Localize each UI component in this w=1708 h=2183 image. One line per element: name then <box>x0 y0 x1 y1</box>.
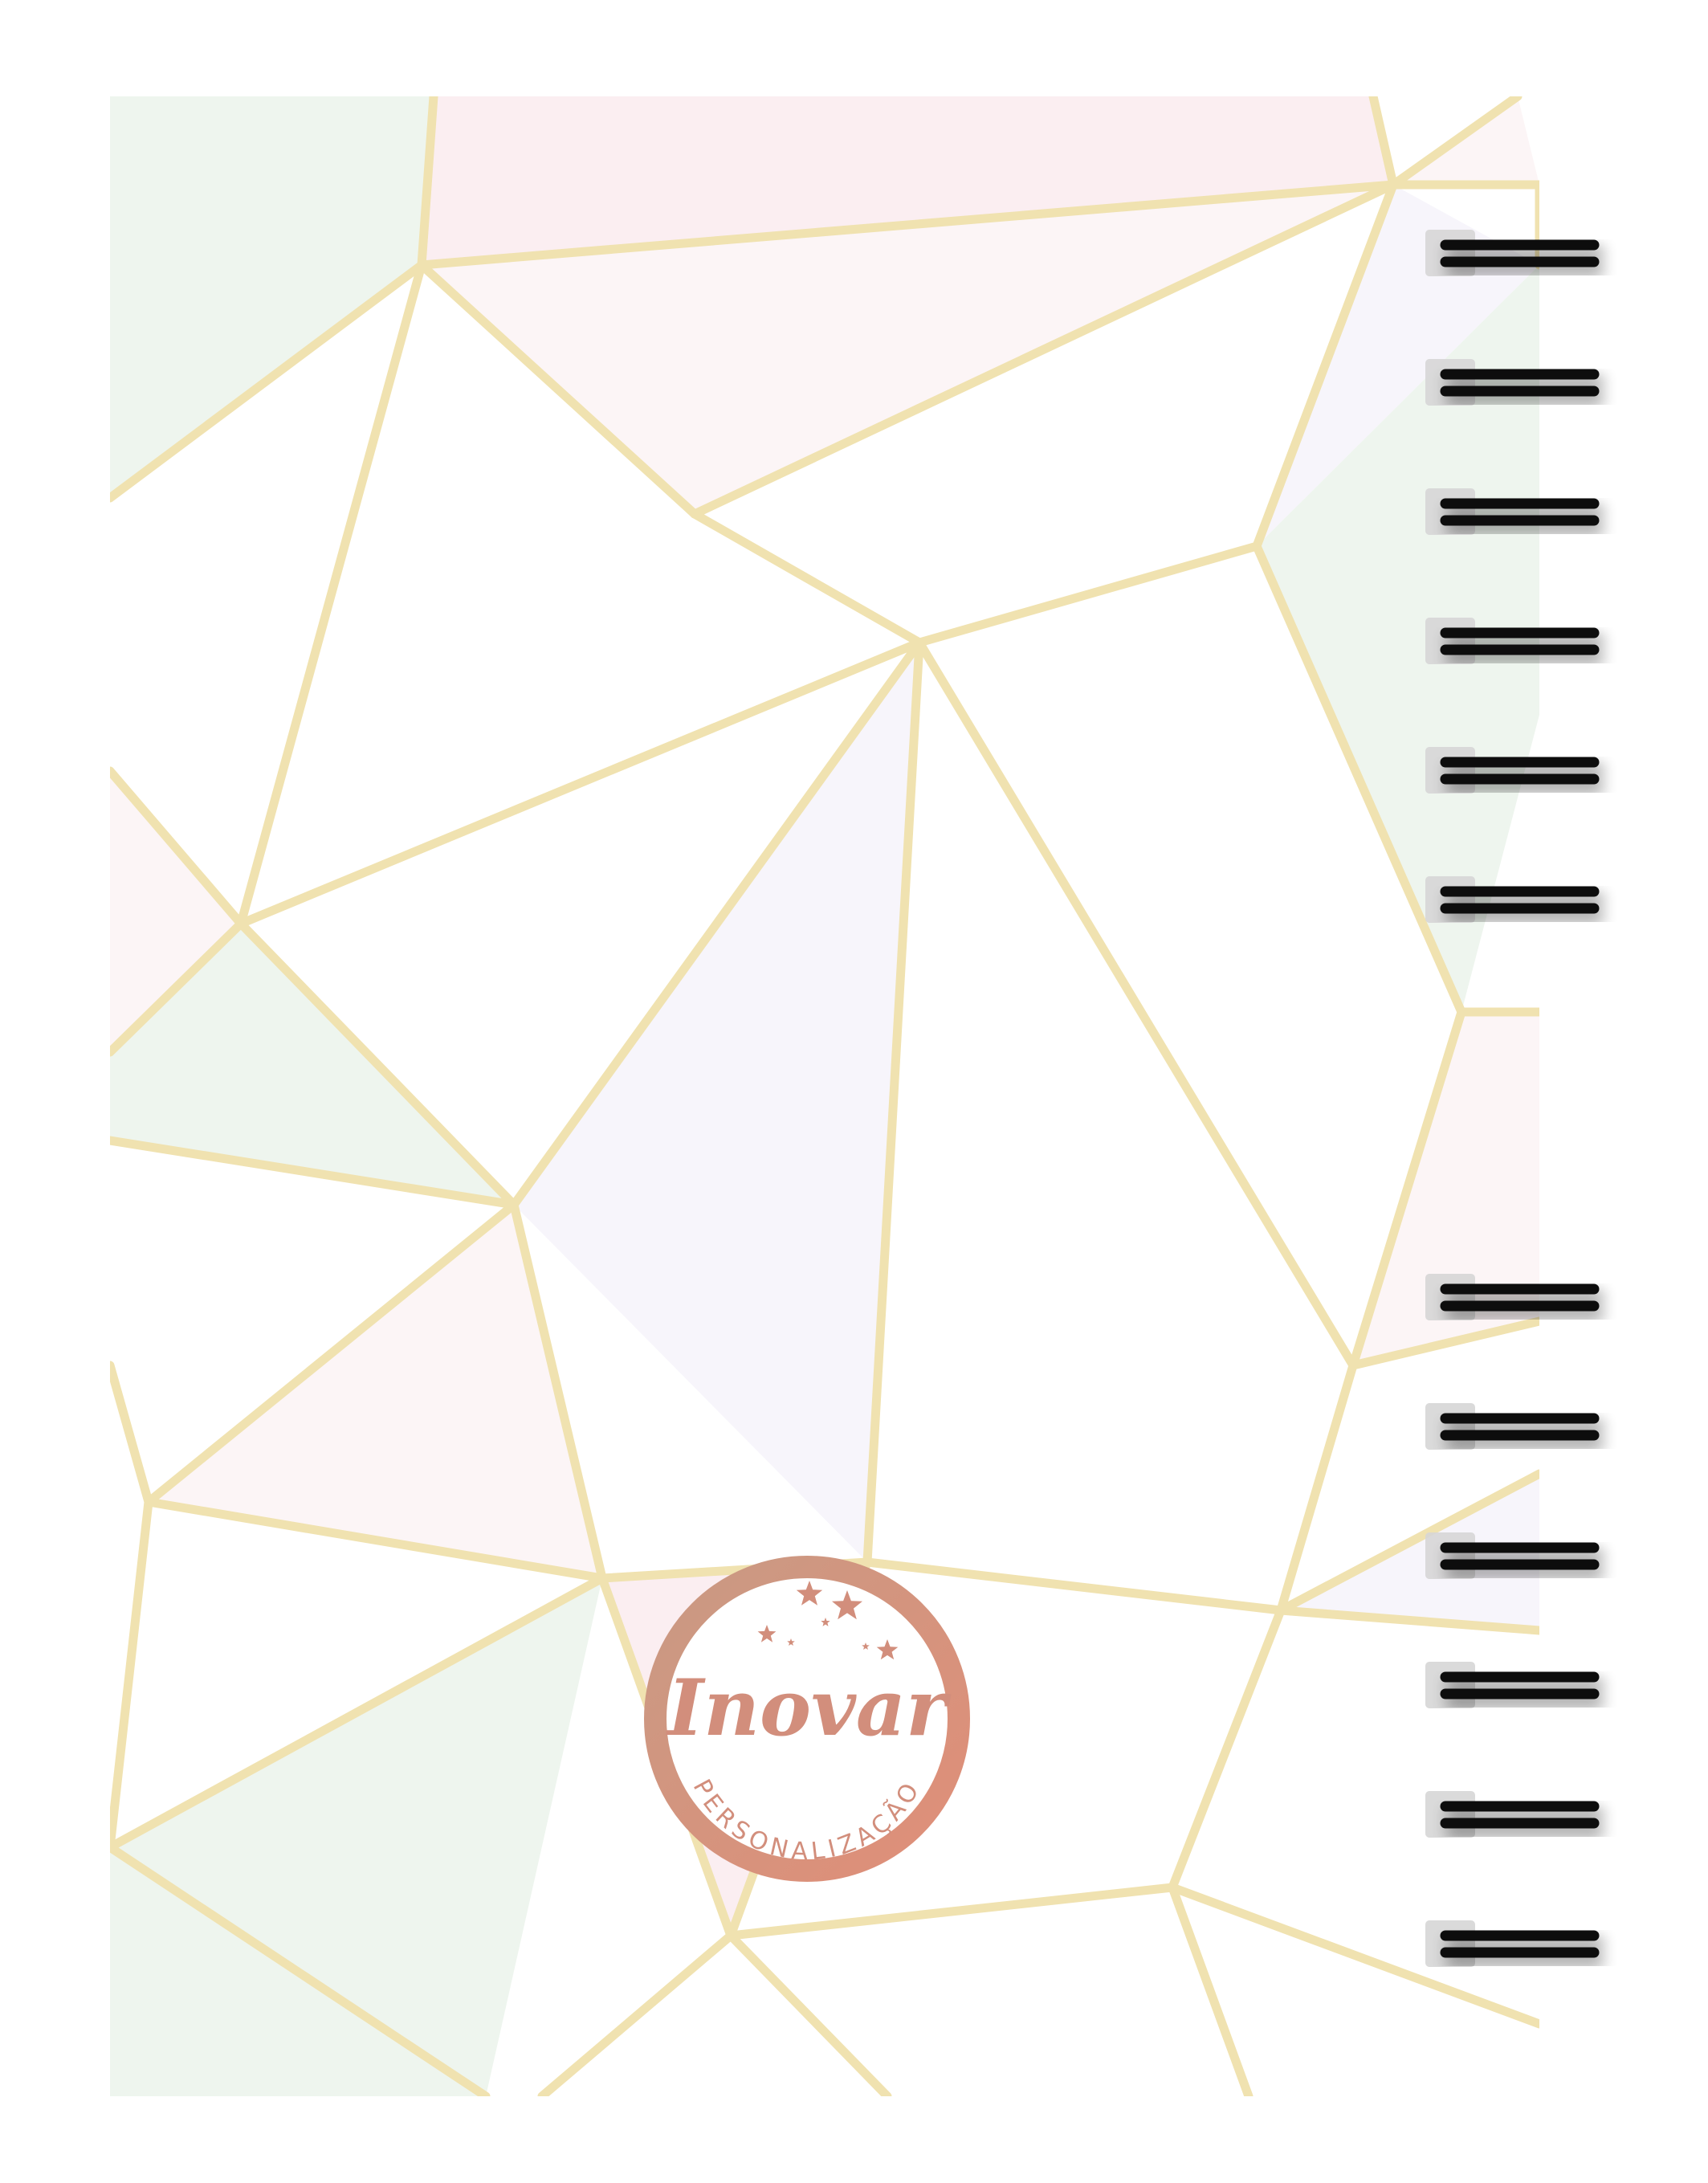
binding-hole <box>1425 1791 1475 1838</box>
binding-hole <box>1425 1920 1475 1967</box>
logo-brand-text: Inovar <box>665 1663 952 1753</box>
binding-hole <box>1425 618 1475 664</box>
binding-hole <box>1425 1532 1475 1579</box>
binding-hole <box>1425 230 1475 276</box>
binding-hole <box>1425 876 1475 923</box>
binding-hole <box>1425 1403 1475 1450</box>
binding-hole <box>1425 747 1475 794</box>
binding-hole <box>1425 1274 1475 1320</box>
brand-logo: Inovar PERSONALIZAÇÃO <box>644 1556 970 1882</box>
notebook-cover-illustration: Inovar PERSONALIZAÇÃO <box>110 96 1600 2096</box>
binding-hole <box>1425 488 1475 535</box>
binding-hole <box>1425 359 1475 406</box>
binding-hole <box>1425 1662 1475 1708</box>
